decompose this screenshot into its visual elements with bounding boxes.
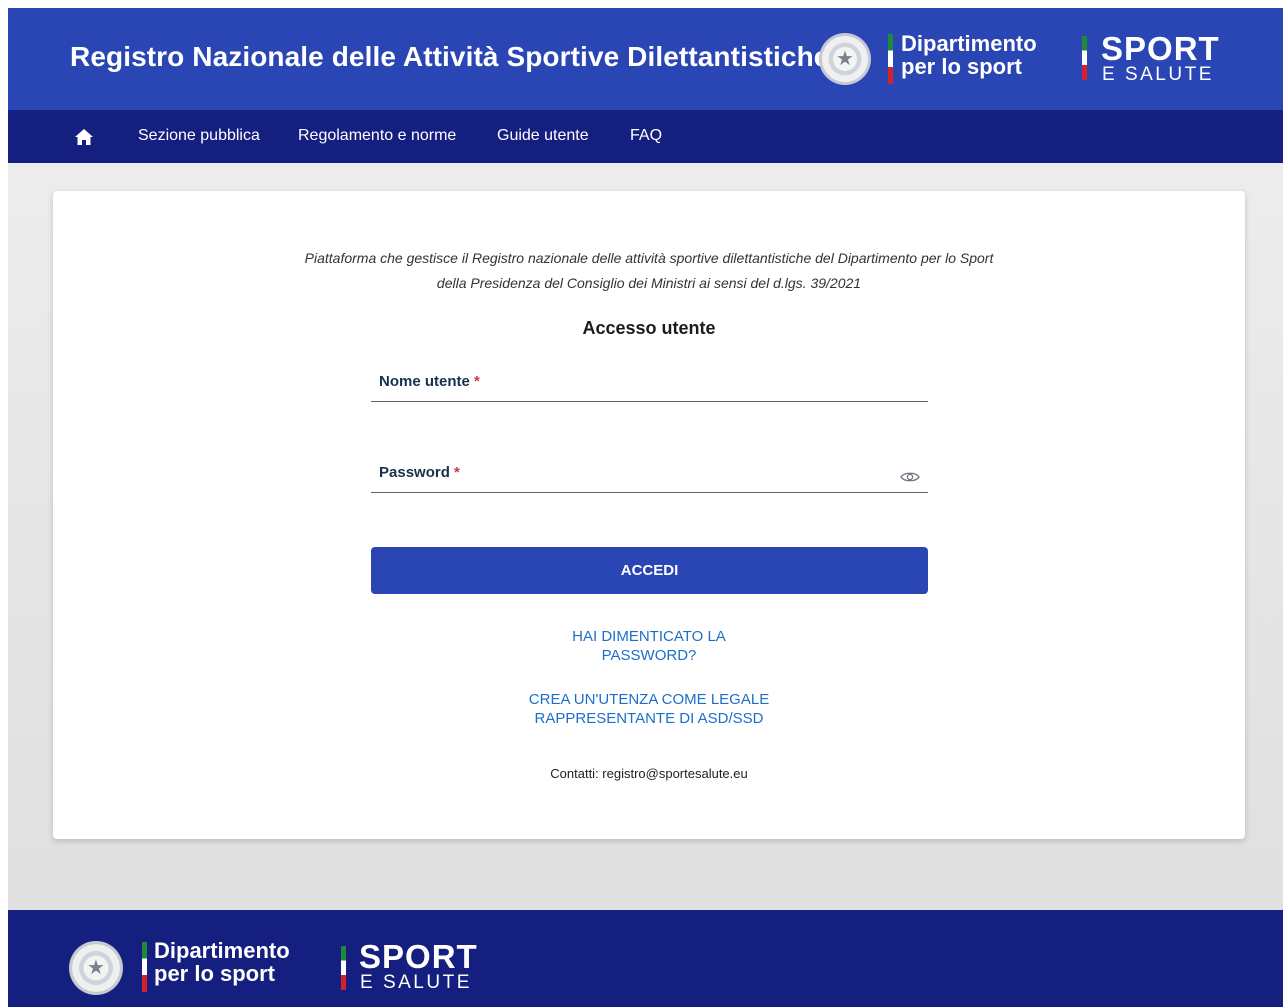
username-field[interactable]: Nome utente *	[371, 365, 928, 402]
contacts-text: Contatti: registro@sportesalute.eu	[550, 766, 748, 781]
home-icon[interactable]	[74, 128, 94, 146]
salute-logo-word: E SALUTE	[360, 972, 472, 993]
site-title: Registro Nazionale delle Attività Sporti…	[70, 41, 830, 72]
nav-item-faq[interactable]: FAQ	[630, 127, 662, 145]
salute-logo-word: E SALUTE	[1102, 64, 1214, 85]
platform-description-line2: della Presidenza del Consiglio dei Minis…	[436, 275, 862, 291]
star-icon: ★	[836, 48, 854, 70]
eye-icon[interactable]	[900, 470, 920, 484]
forgot-password-line2: PASSWORD?	[601, 647, 697, 664]
repubblica-italiana-emblem-icon: ★	[69, 941, 123, 995]
nav-item-regolamento[interactable]: Regolamento e norme	[298, 127, 456, 145]
dipartimento-logo-line2: per lo sport	[154, 961, 276, 987]
dipartimento-logo: Dipartimento per lo sport	[901, 32, 1037, 78]
create-account-line2: RAPPRESENTANTE DI ASD/SSD	[534, 710, 764, 727]
password-field[interactable]: Password *	[371, 456, 928, 493]
main-nav: Sezione pubblica Regolamento e norme Gui…	[8, 110, 1283, 163]
page-frame: Registro Nazionale delle Attività Sporti…	[8, 8, 1283, 1007]
site-header: Registro Nazionale delle Attività Sporti…	[8, 8, 1283, 110]
dipartimento-logo-line1: Dipartimento	[901, 31, 1037, 56]
nav-item-guide-utente[interactable]: Guide utente	[497, 127, 589, 145]
sport-logo-word: SPORT	[359, 938, 478, 975]
password-input[interactable]	[371, 456, 928, 492]
create-account-link[interactable]: CREA UN'UTENZA COME LEGALE RAPPRESENTANT…	[53, 690, 1245, 728]
italian-flag-bar	[142, 942, 147, 992]
dipartimento-logo-line1: Dipartimento	[154, 938, 290, 963]
sport-logo-word: SPORT	[1101, 30, 1220, 67]
italian-flag-bar	[888, 34, 893, 84]
dipartimento-logo: Dipartimento per lo sport	[154, 939, 290, 985]
site-footer: ★ Dipartimento per lo sport SPORT E SALU…	[8, 910, 1283, 1007]
italian-flag-bar	[1082, 36, 1087, 80]
forgot-password-link[interactable]: HAI DIMENTICATO LA PASSWORD?	[53, 627, 1245, 665]
username-input[interactable]	[371, 365, 928, 401]
star-icon: ★	[87, 957, 105, 979]
forgot-password-line1: HAI DIMENTICATO LA	[572, 628, 726, 645]
login-title: Accesso utente	[582, 318, 716, 338]
repubblica-italiana-emblem-icon: ★	[819, 33, 871, 85]
nav-item-sezione-pubblica[interactable]: Sezione pubblica	[138, 127, 260, 145]
login-card: Piattaforma che gestisce il Registro naz…	[53, 191, 1245, 839]
platform-description-line1: Piattaforma che gestisce il Registro naz…	[304, 250, 994, 266]
platform-description: Piattaforma che gestisce il Registro naz…	[53, 246, 1245, 296]
create-account-line1: CREA UN'UTENZA COME LEGALE	[528, 691, 770, 708]
login-button[interactable]: ACCEDI	[371, 547, 928, 594]
italian-flag-bar	[341, 946, 346, 990]
dipartimento-logo-line2: per lo sport	[901, 54, 1023, 80]
